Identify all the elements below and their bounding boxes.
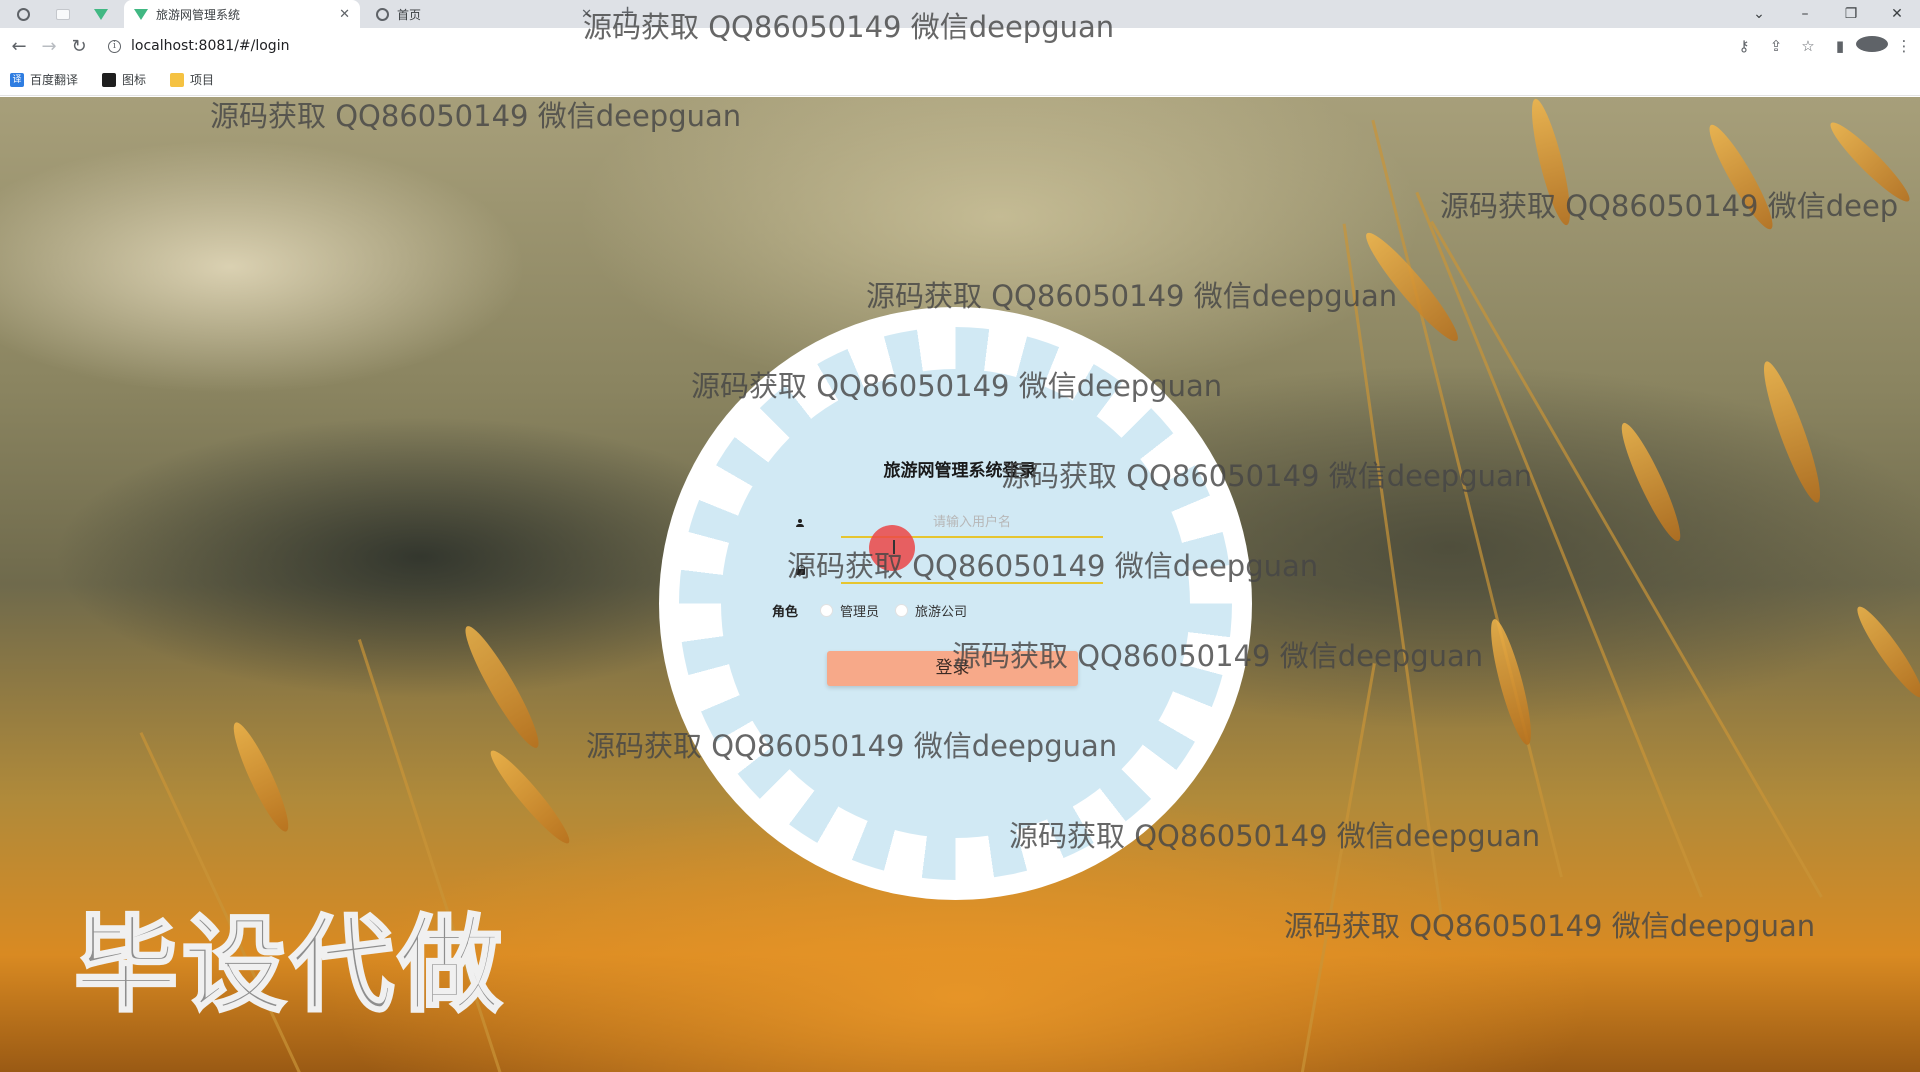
translate-icon: 译 [10, 72, 24, 87]
bookmark-icons[interactable]: 图标 [102, 71, 146, 88]
wheat-head [1613, 418, 1689, 546]
side-panel-icon[interactable]: ▮ [1824, 37, 1856, 55]
site-info-icon[interactable]: i [108, 39, 121, 53]
role-option-label: 管理员 [840, 604, 880, 620]
window-controls: ⌄ – ❐ ✕ [1736, 0, 1920, 28]
back-arrow-icon[interactable]: ← [4, 36, 34, 57]
toolbar-actions: ⚷ ⇪ ☆ ▮ ⋮ [1728, 28, 1920, 64]
radio-circle[interactable] [820, 603, 834, 617]
bookmarks-bar: 译 百度翻译 图标 项目 [0, 64, 1920, 96]
role-label: 角色 [772, 604, 799, 620]
wheat-stalk [1415, 191, 1703, 898]
watermark-text: 源码获取 QQ86050149 微信deepguan [1009, 819, 1541, 853]
image-icon [102, 72, 117, 87]
wheat-stalk [1300, 663, 1376, 1072]
wheat-head [483, 744, 577, 850]
wheat-head [1483, 616, 1539, 748]
vue-favicon-icon [134, 8, 148, 20]
bookmark-label: 项目 [190, 73, 215, 87]
watermark-text: 源码获取 QQ86050149 微信deepguan [691, 369, 1223, 403]
watermark-text: 源码获取 QQ86050149 微信deepguan [1284, 909, 1816, 943]
tab-title: 首页 [397, 7, 422, 22]
user-icon [795, 518, 805, 528]
tab-title: 旅游网管理系统 [156, 7, 241, 22]
bookmark-label: 百度翻译 [30, 73, 79, 87]
watermark-text: 源码获取 QQ86050149 微信deepguan [787, 549, 1319, 583]
menu-kebab-icon[interactable]: ⋮ [1888, 37, 1920, 55]
role-selector: 角色 管理员 旅游公司 [772, 599, 983, 621]
folder-icon [170, 72, 185, 87]
url-text: localhost:8081/#/login [131, 38, 290, 54]
reload-icon[interactable]: ↻ [64, 36, 94, 57]
bookmark-label: 图标 [122, 73, 147, 87]
watermark-text: 源码获取 QQ86050149 微信deepguan [1001, 459, 1533, 493]
key-icon[interactable]: ⚷ [1728, 37, 1760, 55]
username-row [795, 508, 1111, 538]
vue-logo-icon [94, 8, 108, 20]
wheat-stalk [1430, 220, 1823, 898]
share-icon[interactable]: ⇪ [1760, 37, 1792, 55]
wheat-head [1755, 357, 1829, 507]
wheat-stalk [1371, 119, 1563, 878]
role-option-label: 旅游公司 [915, 604, 968, 620]
pinned-tab-globe[interactable] [6, 2, 40, 26]
close-tab-icon[interactable]: ✕ [339, 7, 350, 22]
big-watermark-text: 毕设代做 [72, 903, 507, 1028]
globe-favicon-icon [376, 2, 389, 26]
restore-icon[interactable]: ❐ [1828, 6, 1874, 22]
role-option-admin[interactable]: 管理员 [820, 601, 879, 620]
tab-search-chevron-icon[interactable]: ⌄ [1736, 6, 1782, 22]
watermark-text: 源码获取 QQ86050149 微信deep [1440, 189, 1899, 223]
watermark-text: 源码获取 QQ86050149 微信deepguan [586, 729, 1118, 763]
wheat-head [456, 620, 548, 754]
watermark-text: 源码获取 QQ86050149 微信deepguan [866, 279, 1398, 313]
watermark-text: 源码获取 QQ86050149 微信deepguan [583, 10, 1115, 44]
profile-icon[interactable] [1856, 36, 1888, 56]
wheat-head [1850, 601, 1920, 703]
watermark-text: 源码获取 QQ86050149 微信deepguan [952, 639, 1484, 673]
bookmark-projects[interactable]: 项目 [170, 71, 214, 88]
bookmark-baidu-translate[interactable]: 译 百度翻译 [10, 71, 78, 88]
minimize-icon[interactable]: – [1782, 6, 1828, 22]
tab-login[interactable]: 旅游网管理系统 ✕ [124, 0, 360, 28]
pinned-tab-vue[interactable] [84, 2, 118, 26]
role-option-travel-company[interactable]: 旅游公司 [895, 601, 967, 620]
document-icon [56, 8, 70, 20]
close-window-icon[interactable]: ✕ [1874, 6, 1920, 22]
star-icon[interactable]: ☆ [1792, 37, 1824, 55]
wheat-head [225, 717, 297, 837]
watermark-text: 源码获取 QQ86050149 微信deepguan [210, 99, 742, 133]
pinned-tab-doc[interactable] [46, 2, 80, 26]
tab-home[interactable]: 首页 ✕ [366, 0, 602, 28]
globe-icon [16, 7, 30, 21]
radio-circle[interactable] [895, 603, 909, 617]
forward-arrow-icon[interactable]: → [34, 36, 64, 57]
